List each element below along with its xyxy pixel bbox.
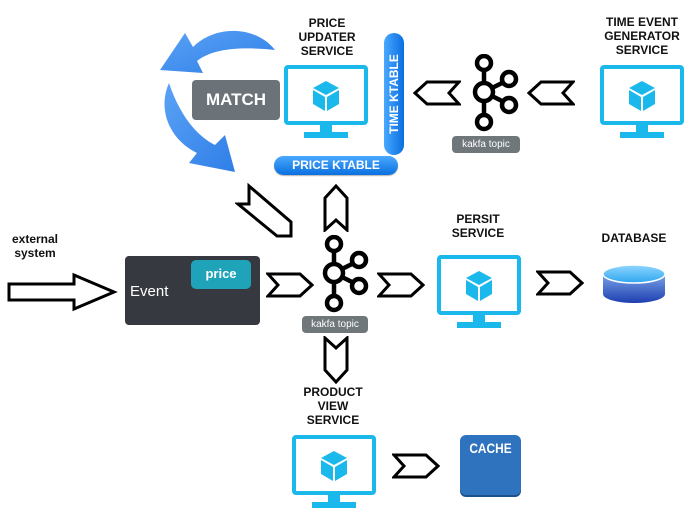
time-event-generator-label: TIME EVENT GENERATOR SERVICE bbox=[604, 15, 680, 57]
diagonal-chevron-arrow-icon bbox=[235, 182, 293, 238]
price-pill: price bbox=[191, 260, 251, 289]
database-icon[interactable] bbox=[601, 262, 667, 306]
event-box: Event price bbox=[125, 256, 260, 325]
product-view-service-label: PRODUCT VIEW SERVICE bbox=[303, 385, 363, 427]
chevron-arrow-right-icon bbox=[377, 272, 425, 298]
chevron-arrow-left-icon bbox=[527, 80, 575, 106]
price-updater-service-label: PRICE UPDATER SERVICE bbox=[298, 16, 356, 58]
time-event-generator-service-icon[interactable] bbox=[600, 65, 684, 141]
kafka-topic-icon[interactable] bbox=[468, 54, 522, 132]
chevron-arrow-down-icon bbox=[323, 336, 349, 384]
big-arrow-right-icon bbox=[7, 272, 118, 312]
chevron-arrow-right-icon bbox=[392, 453, 440, 479]
cache-label: CACHE bbox=[469, 440, 512, 456]
time-ktable-bar: TIME KTABLE bbox=[384, 33, 404, 155]
persist-service-icon[interactable] bbox=[437, 255, 521, 331]
external-system-label: external system bbox=[11, 232, 59, 260]
time-ktable-label: TIME KTABLE bbox=[387, 54, 401, 134]
price-updater-service-icon[interactable] bbox=[284, 65, 368, 141]
persist-service-label: PERSIT SERVICE bbox=[451, 212, 505, 240]
match-box: MATCH bbox=[192, 80, 280, 120]
kafka-topic-tag-top: kakfa topic bbox=[452, 136, 520, 153]
price-ktable-bar: PRICE KTABLE bbox=[274, 156, 398, 175]
chevron-arrow-up-icon bbox=[323, 184, 349, 232]
chevron-arrow-right-icon bbox=[266, 272, 314, 298]
chevron-arrow-left-icon bbox=[413, 80, 461, 106]
kafka-topic-icon[interactable] bbox=[318, 235, 372, 313]
kafka-topic-tag-center: kakfa topic bbox=[302, 316, 368, 333]
product-view-service-icon[interactable] bbox=[292, 435, 376, 511]
chevron-arrow-right-icon bbox=[536, 270, 584, 296]
event-label: Event bbox=[130, 283, 169, 300]
database-label: DATABASE bbox=[601, 231, 667, 245]
cycle-arrow-top bbox=[160, 30, 275, 73]
cache-box[interactable]: CACHE bbox=[460, 435, 521, 495]
